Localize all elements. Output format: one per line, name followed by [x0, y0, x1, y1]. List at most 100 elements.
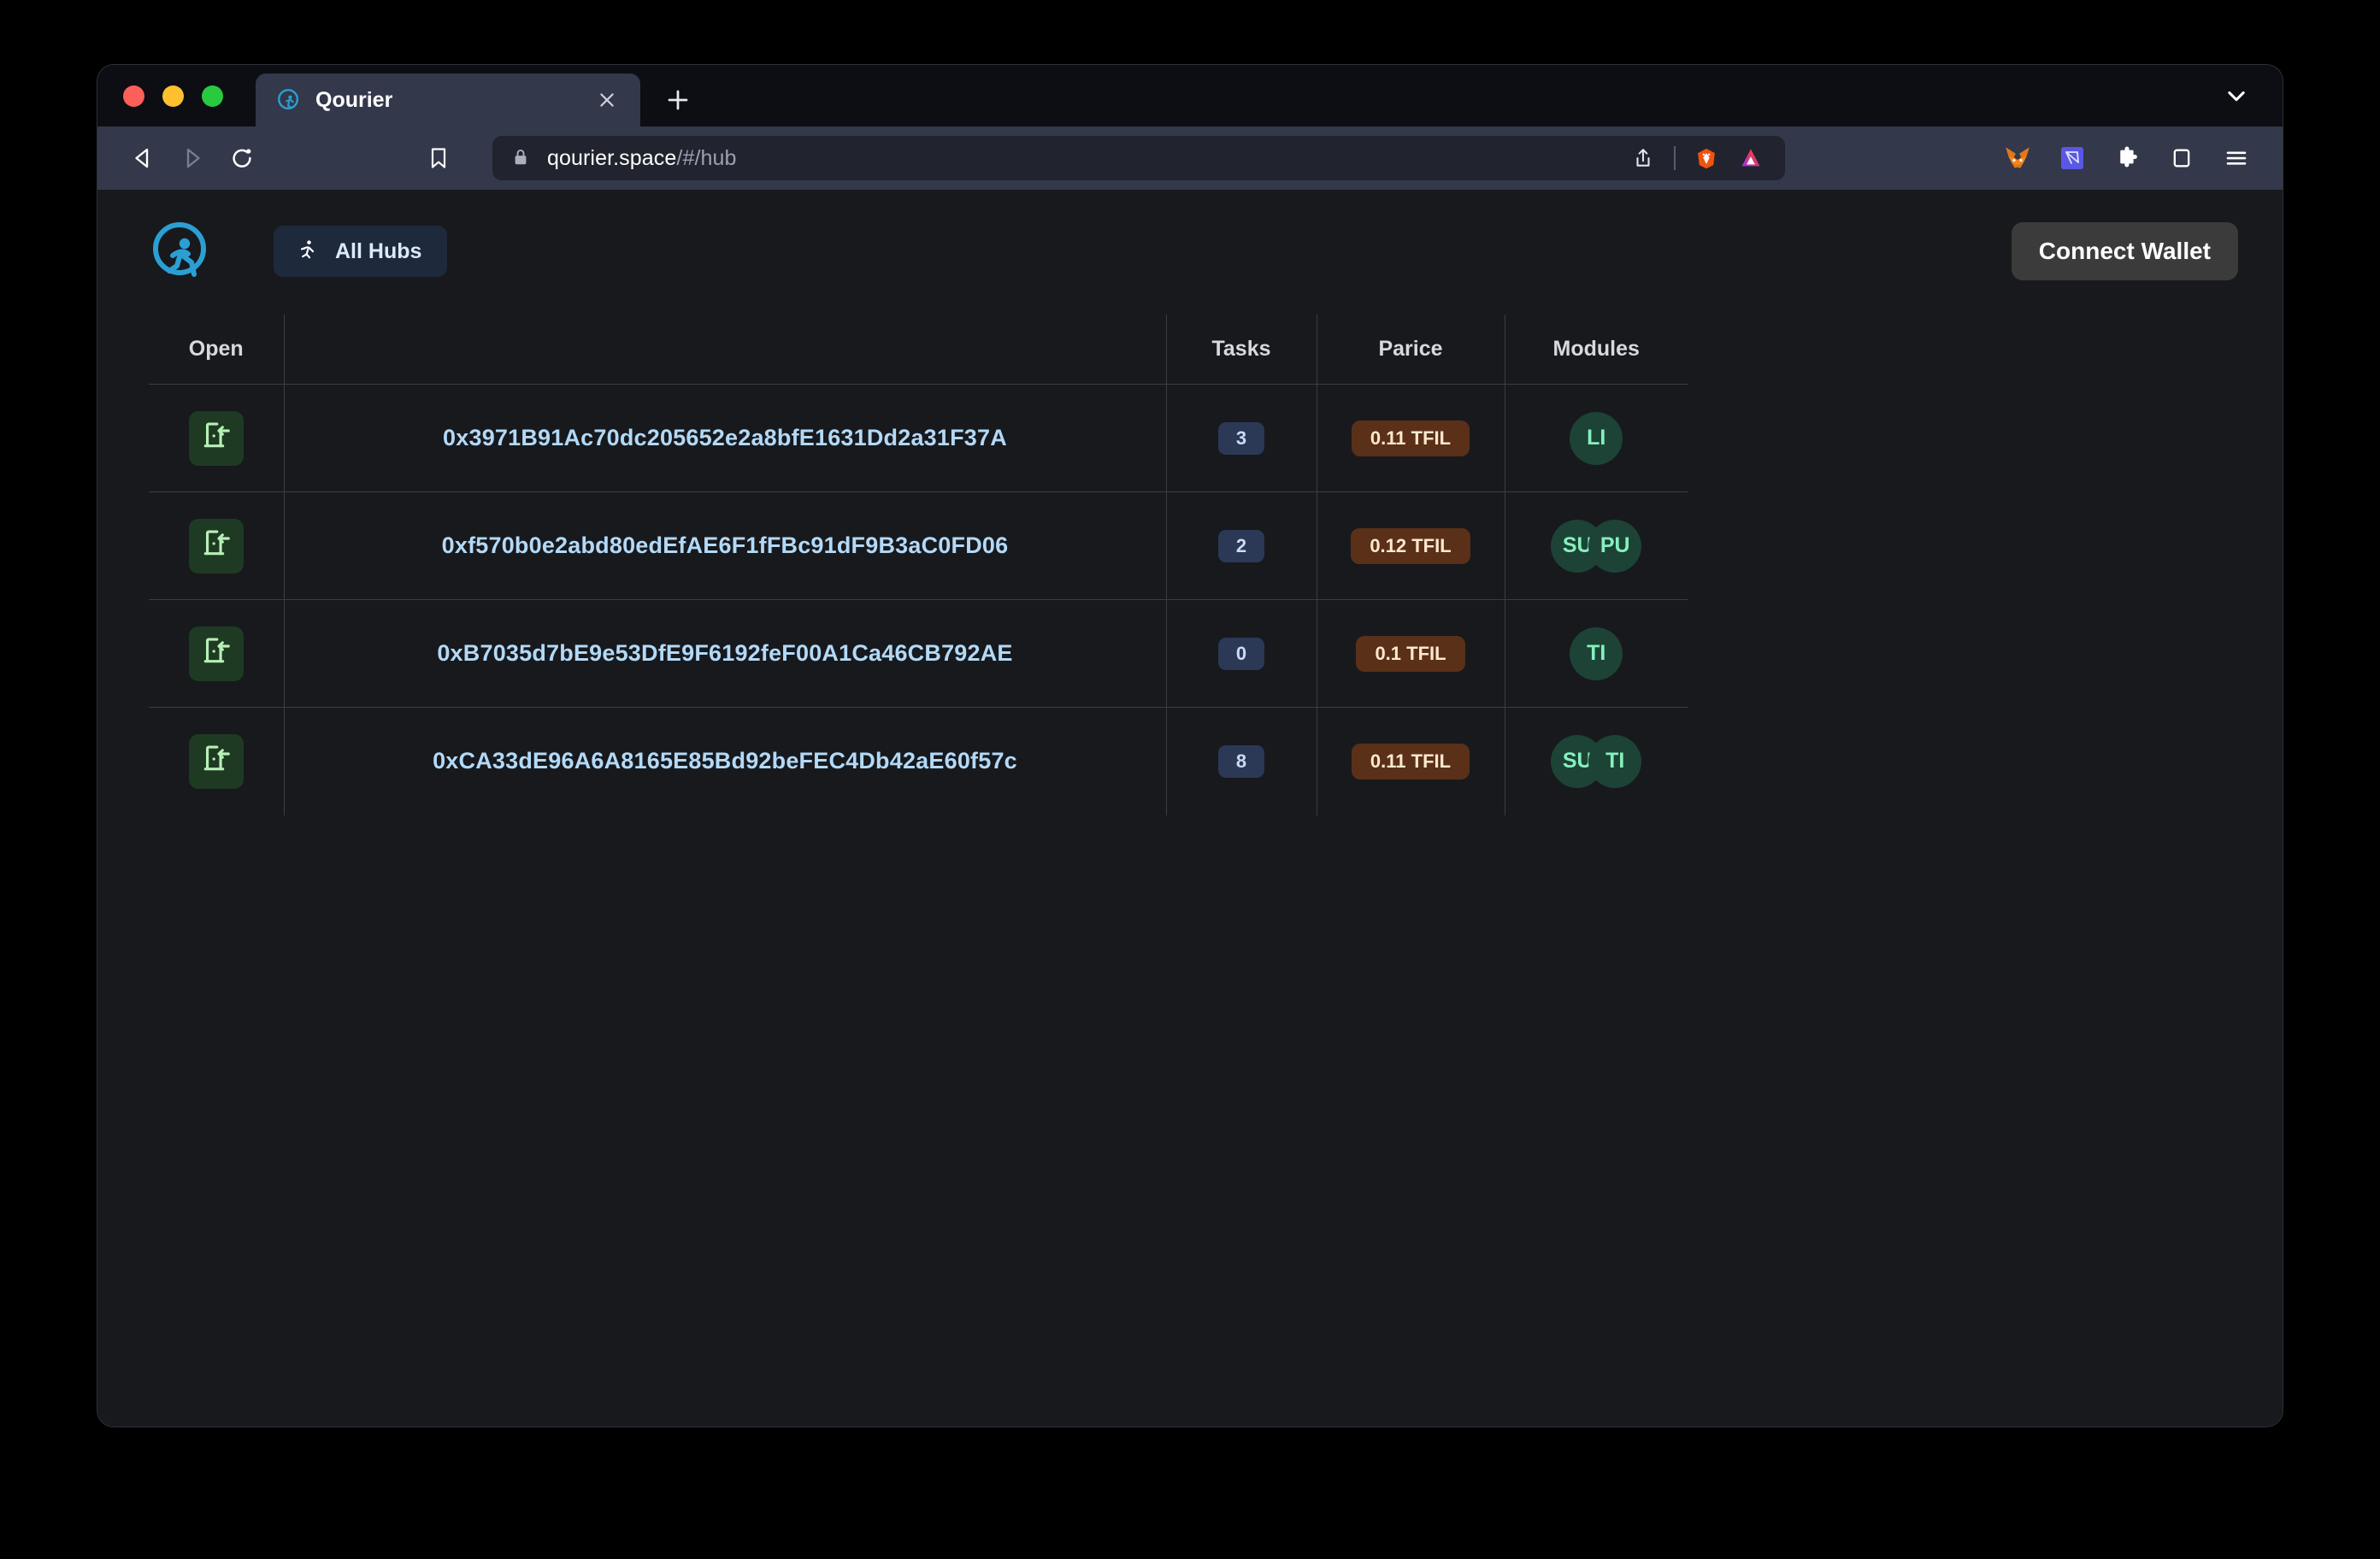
hub-address-link[interactable]: 0xf570b0e2abd80edEfAE6F1fFBc91dF9B3aC0FD… [442, 532, 1009, 558]
door-enter-icon [200, 420, 233, 456]
bookmark-icon[interactable] [414, 136, 463, 180]
module-avatar[interactable]: LI [1570, 411, 1623, 465]
open-hub-button[interactable] [188, 733, 244, 789]
hub-address-link[interactable]: 0xB7035d7bE9e53DfE9F6192feF00A1Ca46CB792… [437, 640, 1012, 666]
table-header-row: Open Tasks Parice Modules [149, 315, 1688, 385]
all-hubs-label: All Hubs [335, 238, 422, 263]
modules-stack: TI [1570, 627, 1623, 680]
connect-wallet-button[interactable]: Connect Wallet [2011, 222, 2238, 280]
url-text: qourier.space/#/hub [547, 146, 1621, 171]
door-enter-icon [200, 527, 233, 564]
share-icon[interactable] [1621, 138, 1665, 179]
header-open: Open [149, 315, 284, 385]
price-cell: 0.11 TFIL [1316, 707, 1505, 815]
price-cell: 0.12 TFIL [1316, 491, 1505, 600]
tasks-cell: 2 [1165, 491, 1317, 600]
table-row[interactable]: 0xB7035d7bE9e53DfE9F6192feF00A1Ca46CB792… [149, 599, 1688, 708]
module-avatar[interactable]: PU [1588, 519, 1642, 573]
price-cell: 0.1 TFIL [1316, 599, 1505, 708]
table-row[interactable]: 0x3971B91Ac70dc205652e2a8bfE1631Dd2a31F3… [149, 384, 1688, 492]
module-avatar[interactable]: TI [1570, 627, 1623, 680]
metamask-extension-icon[interactable] [1995, 136, 2040, 180]
modules-stack: SU TI [1551, 734, 1642, 788]
browser-toolbar: qourier.space/#/hub [97, 126, 2283, 190]
toolbar-divider [1674, 146, 1676, 170]
browser-window: Qourier qourier.space/#/hub All Hubs Con… [97, 64, 2283, 1427]
maximize-window-button[interactable] [202, 85, 223, 107]
open-cell [149, 491, 284, 600]
tab-strip: Qourier [97, 65, 2283, 126]
tasks-cell: 0 [1165, 599, 1317, 708]
all-hubs-button[interactable]: All Hubs [274, 226, 448, 277]
modules-cell: TI [1504, 599, 1688, 708]
url-path: /#/hub [676, 145, 737, 170]
door-enter-icon [200, 743, 233, 780]
phantom-or-wallet-extension-icon[interactable] [2050, 136, 2094, 180]
open-hub-button[interactable] [188, 626, 244, 681]
reload-icon[interactable] [217, 136, 267, 180]
extensions-puzzle-icon[interactable] [2105, 136, 2149, 180]
tasks-badge: 8 [1218, 744, 1264, 778]
close-window-button[interactable] [123, 85, 144, 107]
price-badge: 0.11 TFIL [1351, 743, 1470, 780]
open-cell [149, 599, 284, 708]
address-bar[interactable]: qourier.space/#/hub [492, 136, 1785, 180]
address-cell: 0xCA33dE96A6A8165E85Bd92beFEC4Db42aE60f5… [283, 707, 1166, 815]
door-enter-icon [200, 635, 233, 672]
open-cell [149, 384, 284, 492]
chevron-down-icon[interactable] [2218, 77, 2255, 115]
tasks-cell: 3 [1165, 384, 1317, 492]
hub-table-container: Open Tasks Parice Modules 0x3971B91Ac70d… [97, 285, 2283, 815]
open-hub-button[interactable] [188, 410, 244, 466]
header-price: Parice [1316, 315, 1505, 385]
module-avatar[interactable]: TI [1588, 734, 1642, 788]
close-icon[interactable] [592, 85, 622, 115]
forward-arrow-icon[interactable] [168, 136, 217, 180]
browser-menu-icon[interactable] [2214, 136, 2259, 180]
modules-stack: SU PU [1551, 519, 1642, 573]
table-head: Open Tasks Parice Modules [149, 315, 1688, 385]
table-row[interactable]: 0xf570b0e2abd80edEfAE6F1fFBc91dF9B3aC0FD… [149, 491, 1688, 600]
table-body: 0x3971B91Ac70dc205652e2a8bfE1631Dd2a31F3… [149, 384, 1688, 815]
brave-lion-icon[interactable] [1684, 138, 1729, 179]
tasks-cell: 8 [1165, 707, 1317, 815]
header-address [283, 315, 1166, 385]
modules-cell: SU TI [1504, 707, 1688, 815]
running-person-icon [296, 238, 318, 265]
tasks-badge: 3 [1218, 421, 1264, 455]
back-arrow-icon[interactable] [118, 136, 168, 180]
header-modules: Modules [1504, 315, 1688, 385]
hub-address-link[interactable]: 0x3971B91Ac70dc205652e2a8bfE1631Dd2a31F3… [443, 425, 1007, 450]
qourier-runner-logo-icon[interactable] [149, 218, 215, 285]
tab-title: Qourier [315, 87, 393, 112]
modules-cell: SU PU [1504, 491, 1688, 600]
window-controls [123, 65, 256, 126]
sidebar-toggle-icon[interactable] [2159, 136, 2204, 180]
modules-cell: LI [1504, 384, 1688, 492]
url-actions [1621, 138, 1773, 179]
extensions-area [1966, 136, 2259, 180]
qourier-logo-icon [276, 87, 302, 113]
lock-icon [511, 147, 532, 169]
url-domain: qourier.space [547, 145, 677, 170]
header-tasks: Tasks [1165, 315, 1317, 385]
address-cell: 0x3971B91Ac70dc205652e2a8bfE1631Dd2a31F3… [283, 384, 1166, 492]
open-cell [149, 708, 284, 815]
brave-rewards-triangle-icon[interactable] [1729, 138, 1773, 179]
price-badge: 0.11 TFIL [1351, 420, 1470, 456]
browser-tab[interactable]: Qourier [256, 74, 640, 126]
page-content: All Hubs Connect Wallet Open Tasks Paric… [97, 190, 2283, 1427]
address-cell: 0xf570b0e2abd80edEfAE6F1fFBc91dF9B3aC0FD… [283, 491, 1166, 600]
tasks-badge: 0 [1218, 637, 1264, 670]
minimize-window-button[interactable] [162, 85, 184, 107]
table-row[interactable]: 0xCA33dE96A6A8165E85Bd92beFEC4Db42aE60f5… [149, 707, 1688, 815]
hub-table: Open Tasks Parice Modules 0x3971B91Ac70d… [149, 315, 1688, 815]
new-tab-button[interactable] [656, 78, 700, 122]
app-header: All Hubs Connect Wallet [97, 190, 2283, 285]
hub-address-link[interactable]: 0xCA33dE96A6A8165E85Bd92beFEC4Db42aE60f5… [433, 748, 1017, 774]
address-cell: 0xB7035d7bE9e53DfE9F6192feF00A1Ca46CB792… [283, 599, 1166, 708]
price-badge: 0.1 TFIL [1356, 635, 1465, 672]
open-hub-button[interactable] [188, 518, 244, 574]
price-badge: 0.12 TFIL [1351, 527, 1470, 564]
modules-stack: LI [1570, 411, 1623, 465]
